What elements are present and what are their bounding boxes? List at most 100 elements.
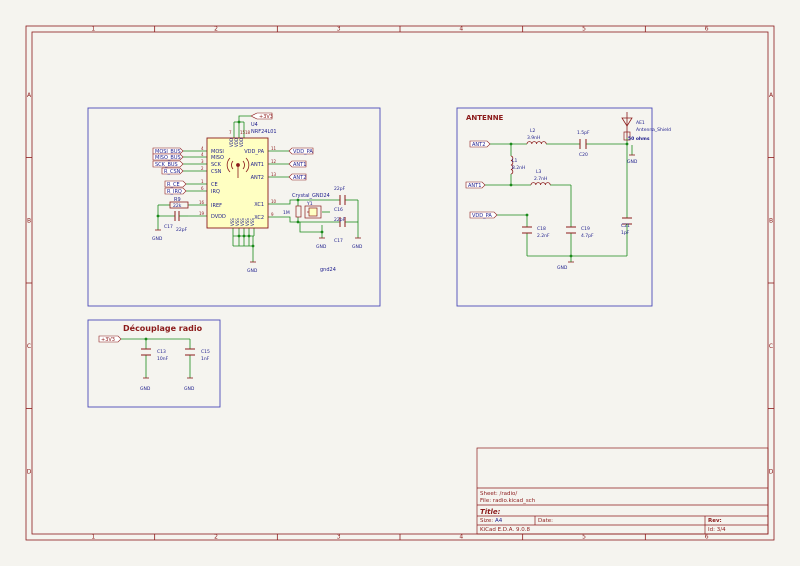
pin-dvdd: DVDD: [211, 214, 226, 220]
pin-irq: IRQ: [211, 189, 220, 195]
frame-column-label: 3: [337, 534, 341, 541]
pin-ant1: ANT1: [251, 162, 264, 168]
label-text: ANT2: [293, 175, 306, 181]
pin-sck: SCK: [211, 162, 222, 168]
label-r-ce[interactable]: R_CE: [164, 180, 187, 188]
pin-num: 16: [199, 200, 205, 205]
pin-csn: CSN: [211, 169, 222, 175]
label-text: VDD_PA: [293, 149, 313, 155]
l1-value: 8.2nH: [512, 165, 525, 171]
pin-iref: IREF: [211, 203, 222, 209]
pin-vdd-pa: VDD_PA: [244, 149, 264, 155]
frame-column-label: 2: [214, 26, 218, 33]
c17-left-value: 22pF: [176, 227, 188, 233]
c15-ref: C15: [201, 349, 210, 355]
gnd-text: GND: [152, 236, 163, 242]
frame-row-label: D: [27, 468, 32, 475]
frame-column-label: 1: [91, 26, 95, 33]
label-vdd-pa[interactable]: VDD_PA: [288, 147, 313, 155]
nrf24l01-chip[interactable]: U4 NRF24L01 MOSI MISO SCK CSN CE IRQ IRE…: [199, 122, 277, 229]
pin-miso: MISO: [211, 155, 224, 161]
label-vdd-pa-antenna[interactable]: VDD_PA: [469, 211, 498, 219]
frame-row-label: B: [27, 217, 31, 224]
pin-num: 18: [245, 130, 251, 135]
radio-ref: U4: [251, 122, 258, 128]
gnd-text: GND: [316, 244, 327, 250]
label-ant1-antenna[interactable]: ANT1: [465, 181, 486, 189]
label-text: ANT2: [472, 142, 485, 148]
label-r-csn[interactable]: R_CSN: [161, 167, 184, 175]
ae1-ref: AE1: [636, 120, 645, 126]
title-label: Title:: [480, 508, 501, 516]
label-text: VDD_PA: [472, 213, 492, 219]
schematic-sheet[interactable]: 112233445566A AB BC CD D +3V3 U4 NRF24L0…: [0, 0, 800, 566]
gnd-text: GND: [352, 244, 363, 250]
radio-value: NRF24L01: [251, 129, 277, 135]
pin-num: 13: [271, 172, 277, 177]
label-r-irq[interactable]: R_IRQ: [164, 187, 187, 195]
r9-value: 22k: [173, 203, 182, 209]
c13-value: 10nF: [157, 356, 169, 362]
crystal-ref: Y1: [306, 201, 313, 207]
frame-column-label: 3: [337, 26, 341, 33]
frame-column-label: 4: [459, 534, 463, 541]
pin-xc1: XC1: [254, 202, 264, 208]
gnd24-label: gnd24: [320, 267, 336, 273]
ae1-value: Antenna_Shield: [636, 127, 671, 133]
crystal-res-value: 1M: [283, 210, 290, 216]
c21-value: 1pF: [621, 230, 630, 236]
frame-column-label: 1: [91, 534, 95, 541]
size-value: A4: [495, 518, 503, 524]
decoupling-supply-label[interactable]: +3V3: [98, 335, 122, 343]
label-ant1[interactable]: ANT1: [288, 160, 306, 168]
c17-value: 22pF: [334, 217, 346, 223]
date-label: Date:: [538, 518, 553, 524]
gnd-text: GND: [140, 386, 151, 392]
l2-value: 3.9nH: [527, 135, 540, 141]
label-miso-bus[interactable]: MISO_BUS: [152, 153, 184, 161]
pin-num: 11: [271, 146, 277, 151]
c19-ref: C19: [581, 226, 590, 232]
pin-ce: CE: [211, 182, 218, 188]
c18-ref: C18: [537, 226, 546, 232]
frame-column-label: 4: [459, 26, 463, 33]
gnd-text: GND: [247, 268, 258, 274]
crystal-label: Crystal_GND24: [292, 193, 330, 199]
gnd-text: GND: [184, 386, 195, 392]
pin-ant2: ANT2: [251, 175, 264, 181]
frame-row-label: B: [769, 217, 773, 224]
label-text: ANT1: [293, 162, 306, 168]
frame-column-label: 2: [214, 534, 218, 541]
sheet-path: Sheet: /radio/: [480, 491, 517, 497]
label-text: MISO_BUS: [155, 155, 181, 161]
c16-ref: C16: [334, 207, 343, 213]
l3-value: 2.7nH: [534, 176, 547, 182]
size-label: Size:: [480, 518, 493, 524]
l2-ref: L2: [530, 128, 536, 134]
c20-value: 1.5pF: [577, 130, 590, 136]
label-ant2[interactable]: ANT2: [288, 173, 306, 181]
label-sck-bus[interactable]: SCK_BUS: [152, 160, 184, 168]
c17-ref: C17: [334, 238, 343, 244]
decoupling-supply-text: +3V3: [101, 337, 115, 343]
antenna-title: ANTENNE: [466, 114, 504, 122]
sheet-id: Id: 3/4: [708, 527, 726, 533]
rev-label: Rev:: [708, 518, 722, 524]
label-text: SCK_BUS: [155, 162, 178, 168]
l3-ref: L3: [536, 169, 542, 175]
page-background: [0, 0, 800, 566]
gnd-text: GND: [557, 265, 568, 271]
c15-value: 1nF: [201, 356, 210, 362]
c20-ref: C20: [579, 152, 588, 158]
pin-num: 12: [271, 159, 277, 164]
label-ant2-antenna[interactable]: ANT2: [469, 140, 491, 148]
pin-vdd: VDD: [239, 138, 244, 147]
tool-name: KiCad E.D.A. 9.0.8: [480, 527, 530, 533]
pin-num: 10: [271, 199, 277, 204]
frame-column-label: 6: [705, 26, 709, 33]
frame-row-label: D: [769, 468, 774, 475]
c13-ref: C13: [157, 349, 166, 355]
ae1-note: 50 ohms: [628, 136, 650, 142]
pin-xc2: XC2: [254, 215, 264, 221]
frame-row-label: C: [769, 343, 773, 350]
